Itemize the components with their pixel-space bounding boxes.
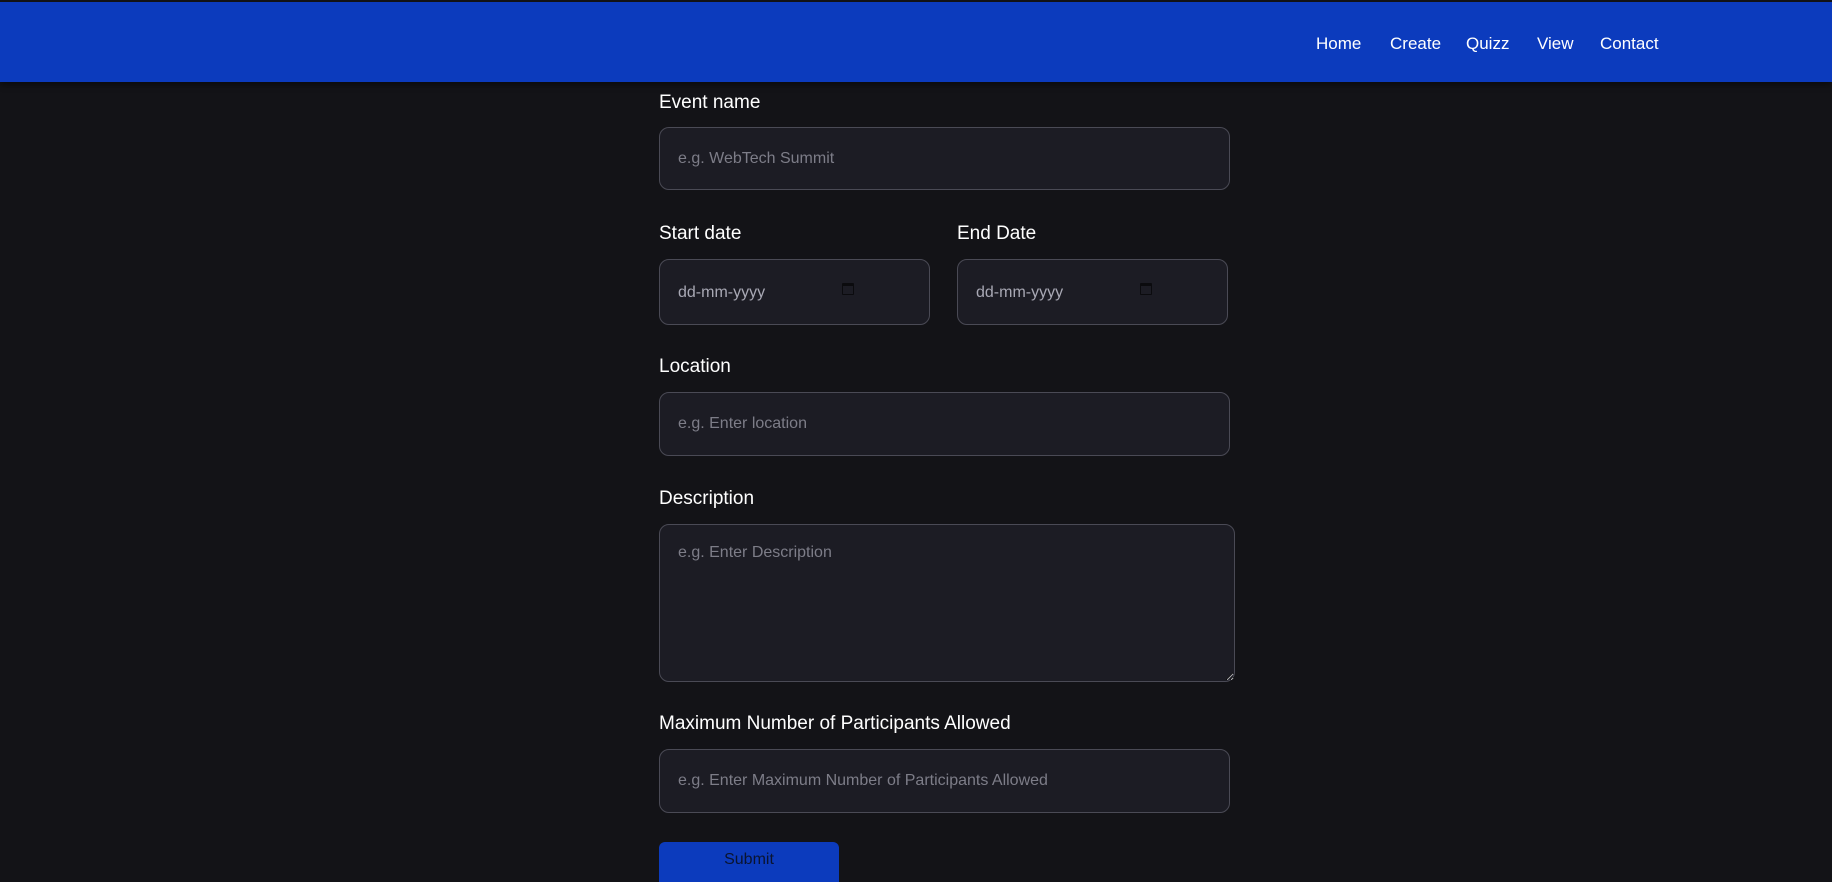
end-date-placeholder: dd-mm-yyyy bbox=[976, 284, 1064, 301]
end-date-label: End Date bbox=[957, 223, 1037, 244]
description-label: Description bbox=[659, 488, 755, 509]
end-date-input[interactable]: dd-mm-yyyy bbox=[957, 259, 1228, 325]
nav-link-quizz[interactable]: Quizz bbox=[1466, 34, 1509, 54]
nav-link-contact[interactable]: Contact bbox=[1600, 34, 1659, 54]
location-label: Location bbox=[659, 356, 731, 377]
start-date-placeholder: dd-mm-yyyy bbox=[678, 284, 766, 301]
max-participants-input[interactable] bbox=[659, 749, 1230, 813]
nav-link-view[interactable]: View bbox=[1537, 34, 1574, 54]
submit-button[interactable]: Submit bbox=[659, 842, 839, 882]
event-name-input[interactable] bbox=[659, 127, 1230, 190]
location-input[interactable] bbox=[659, 392, 1230, 456]
nav-link-create[interactable]: Create bbox=[1390, 34, 1441, 54]
navbar: Home Create Quizz View Contact bbox=[0, 2, 1832, 82]
max-participants-label: Maximum Number of Participants Allowed bbox=[659, 713, 1011, 734]
event-name-label: Event name bbox=[659, 92, 761, 113]
start-date-input[interactable]: dd-mm-yyyy bbox=[659, 259, 930, 325]
description-textarea[interactable] bbox=[659, 524, 1235, 682]
start-date-label: Start date bbox=[659, 223, 742, 244]
nav-link-home[interactable]: Home bbox=[1316, 34, 1361, 54]
calendar-icon[interactable] bbox=[842, 283, 854, 295]
calendar-icon[interactable] bbox=[1140, 283, 1152, 295]
